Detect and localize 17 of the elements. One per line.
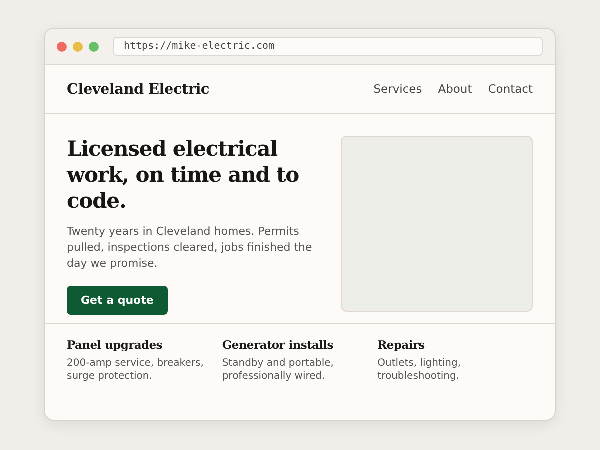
hero-heading: Licensed electrical work, on time and to code. xyxy=(67,136,300,214)
feature-text: Outlets, lighting, troubleshooting. xyxy=(378,357,462,383)
feature-text: 200-amp service, breakers, surge protection. xyxy=(67,357,205,383)
hero-text: Twenty years in Cleveland homes. Permits pulled, inspections cleared, jobs finished the day we promise. xyxy=(67,224,314,272)
feature-title: Generator installs xyxy=(222,338,334,352)
nav-link[interactable]: Contact xyxy=(488,82,533,96)
site-logo[interactable]: Cleveland Electric xyxy=(67,80,210,98)
address-bar[interactable]: https://mike-electric.com xyxy=(113,37,543,56)
quote-button[interactable]: Get a quote xyxy=(67,286,168,315)
close-icon[interactable] xyxy=(57,42,67,52)
maximize-icon[interactable] xyxy=(89,42,99,52)
minimize-icon[interactable] xyxy=(73,42,83,52)
feature-title: Panel upgrades xyxy=(67,338,164,352)
nav-link[interactable]: About xyxy=(438,82,472,96)
nav-link[interactable]: Services xyxy=(374,82,422,96)
feature-text: Standby and portable, professionally wired. xyxy=(222,357,335,383)
feature-title: Repairs xyxy=(378,338,426,352)
